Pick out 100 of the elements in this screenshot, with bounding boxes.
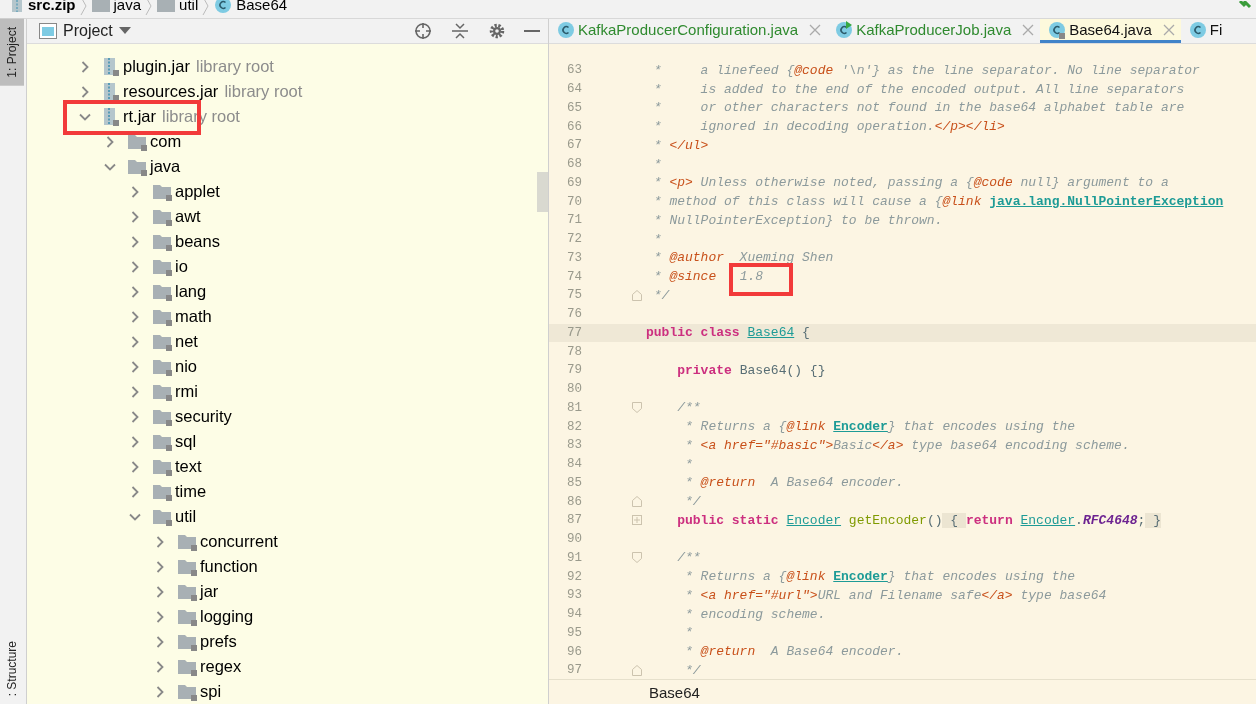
crosshair-icon[interactable] <box>414 22 432 40</box>
folder-icon <box>177 557 197 576</box>
tab-label: Fi <box>1209 21 1223 38</box>
editor-tab[interactable]: KafkaProducerConfiguration.java <box>549 19 828 43</box>
folder-icon <box>152 282 172 301</box>
tree-item[interactable]: nio <box>175 357 198 376</box>
collapse-all-icon[interactable] <box>452 23 468 39</box>
code-line: * </ul> <box>652 137 709 153</box>
folder-icon <box>152 232 172 251</box>
tree-item[interactable]: net <box>175 332 198 351</box>
line-number: 90 <box>566 532 582 547</box>
code-line: * <box>684 625 693 641</box>
tree-item[interactable]: time <box>175 482 207 501</box>
folder-icon <box>177 632 197 651</box>
folder-icon <box>152 507 172 526</box>
line-number: 95 <box>566 625 582 640</box>
code-line: * @author Xueming Shen <box>652 250 834 266</box>
folder-icon <box>177 657 197 676</box>
code-line: * is added to the end of the encoded output. All line separators <box>652 81 1185 97</box>
minimize-icon[interactable] <box>524 29 540 33</box>
hammer-icon[interactable] <box>1238 1 1252 11</box>
line-number: 87 <box>566 513 582 528</box>
tree-item[interactable]: rt.jar <box>123 107 156 126</box>
line-number: 72 <box>566 232 582 247</box>
jar-icon <box>102 56 120 77</box>
tree-item[interactable]: resources.jar <box>123 82 219 101</box>
class-icon <box>1188 20 1207 39</box>
tree-item[interactable]: text <box>175 457 202 476</box>
code-line: * a linefeed {@code '\n'} as the line separator. No line separator <box>652 62 1200 78</box>
editor-breadcrumb[interactable]: Base64 <box>649 683 700 701</box>
editor-tab[interactable]: Base64.java <box>1040 19 1181 43</box>
code-line: public class Base64 { <box>646 325 810 341</box>
line-number: 81 <box>566 400 582 415</box>
tree-item[interactable]: plugin.jar <box>123 57 190 76</box>
editor-tab[interactable]: KafkaProducerJob.java <box>827 19 1041 43</box>
panel-title[interactable]: Project <box>63 22 113 40</box>
dropdown-caret-icon[interactable] <box>118 27 131 35</box>
close-icon[interactable] <box>1022 23 1035 36</box>
code-line: */ <box>652 287 670 303</box>
code-line: private Base64() {} <box>676 362 826 378</box>
tree-item-hint: library root <box>195 57 274 76</box>
breadcrumb-item[interactable]: java <box>113 0 142 12</box>
settings-icon[interactable] <box>488 22 506 40</box>
tree-item[interactable]: regex <box>200 657 242 676</box>
folder-icon <box>127 157 147 176</box>
tool-window-tab[interactable]: 1: Project <box>0 19 24 86</box>
tree-item[interactable]: awt <box>175 207 201 226</box>
breadcrumb-item[interactable]: util <box>179 0 199 12</box>
folder-icon <box>152 482 172 501</box>
code-line: * ignored in decoding operation.</p></li> <box>652 119 1005 135</box>
line-number: 85 <box>566 475 582 490</box>
tree-item[interactable]: concurrent <box>200 532 278 551</box>
line-number: 96 <box>566 644 582 659</box>
tree-item[interactable]: com <box>150 132 182 151</box>
tree-item[interactable]: function <box>200 557 258 576</box>
line-number: 78 <box>566 344 582 359</box>
tree-item[interactable]: security <box>175 407 232 426</box>
folder-icon <box>157 0 176 12</box>
tree-item[interactable]: io <box>175 257 188 276</box>
tree-item[interactable]: util <box>175 507 197 526</box>
breadcrumb-item[interactable]: Base64 <box>236 0 288 12</box>
line-number: 97 <box>566 663 582 678</box>
line-number: 71 <box>566 213 582 228</box>
line-number: 91 <box>566 550 582 565</box>
folder-icon <box>152 407 172 426</box>
line-number: 73 <box>566 250 582 265</box>
tool-window-tab[interactable]: : Structure <box>0 632 24 704</box>
line-number: 94 <box>566 607 582 622</box>
tree-item[interactable]: rmi <box>175 382 198 401</box>
tree-item[interactable]: jar <box>200 582 219 601</box>
tree-item[interactable]: lang <box>175 282 207 301</box>
tree-item[interactable]: beans <box>175 232 220 251</box>
tree-item[interactable]: java <box>150 157 181 176</box>
tree-item[interactable]: prefs <box>200 632 237 651</box>
line-number: 75 <box>566 288 582 303</box>
line-number: 64 <box>566 82 582 97</box>
jar-icon <box>102 106 120 127</box>
class-icon <box>214 0 233 14</box>
tree-item[interactable]: logging <box>200 607 254 626</box>
folder-icon <box>152 382 172 401</box>
scrollbar-thumb[interactable] <box>537 172 548 212</box>
close-icon[interactable] <box>809 23 822 36</box>
editor-tab[interactable]: Fi <box>1180 19 1229 43</box>
line-number: 69 <box>566 175 582 190</box>
tree-item[interactable]: math <box>175 307 212 326</box>
tree-item[interactable]: spi <box>200 682 222 701</box>
breadcrumb-separator-icon <box>145 0 154 15</box>
tree-item-hint: library root <box>224 82 303 101</box>
line-number: 79 <box>566 363 582 378</box>
tree-item[interactable]: sql <box>175 432 197 451</box>
tree-item[interactable]: applet <box>175 182 220 201</box>
class-lock-icon <box>1048 20 1067 39</box>
code-line: */ <box>684 662 701 678</box>
folder-icon <box>152 182 172 201</box>
code-line: * Returns a {@link Encoder} that encodes using the <box>684 419 1076 435</box>
folder-icon <box>152 457 172 476</box>
code-line: * @return A Base64 encoder. <box>684 644 904 660</box>
close-icon[interactable] <box>1162 23 1175 36</box>
tab-label: Base64.java <box>1069 21 1152 38</box>
tab-label: KafkaProducerJob.java <box>856 21 1012 38</box>
